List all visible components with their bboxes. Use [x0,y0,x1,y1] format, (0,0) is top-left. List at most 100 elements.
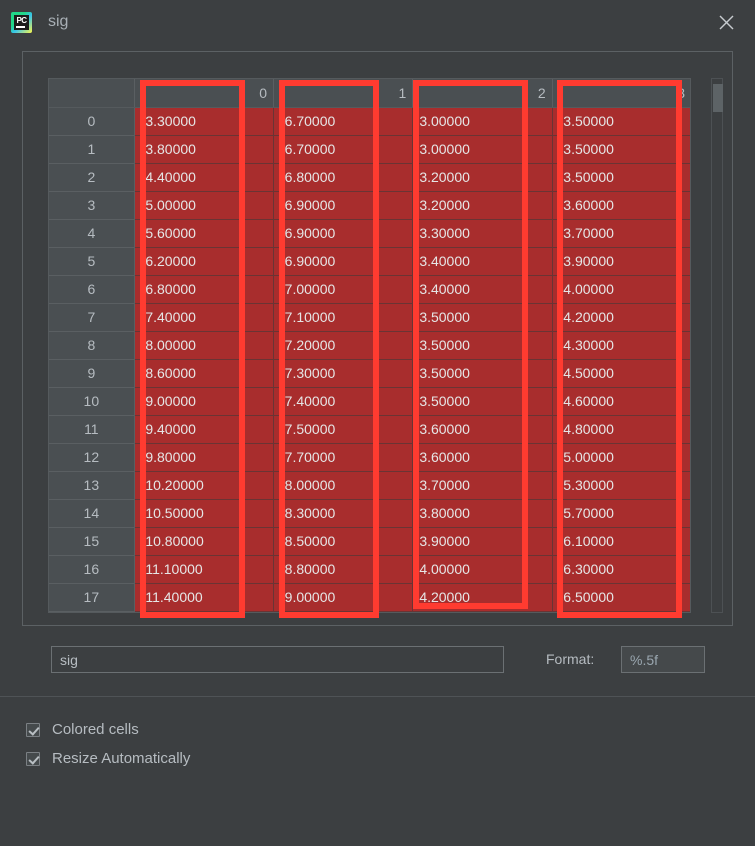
row-header-0[interactable]: 0 [49,107,135,136]
cell-2-3[interactable]: -3.50000 [552,163,690,192]
cell-17-2[interactable]: 4.20000 [412,583,553,612]
column-header-2[interactable]: 2 [412,79,553,108]
cell-5-3[interactable]: -3.90000 [552,247,690,276]
close-icon[interactable] [711,7,741,37]
column-header-1[interactable]: 1 [273,79,414,108]
cell-7-2[interactable]: 3.50000 [412,303,553,332]
colored-cells-checkbox[interactable] [26,722,40,737]
cell-2-0[interactable]: -4.40000 [134,163,275,192]
cell-8-1[interactable]: -7.20000 [273,331,414,360]
row-header-18[interactable]: 18 [49,611,135,612]
cell-6-0[interactable]: -6.80000 [134,275,275,304]
cell-8-0[interactable]: -8.00000 [134,331,275,360]
cell-10-0[interactable]: -9.00000 [134,387,275,416]
cell-17-3[interactable]: -6.50000 [552,583,690,612]
cell-14-1[interactable]: -8.30000 [273,499,414,528]
row-header-17[interactable]: 17 [49,583,135,612]
cell-4-0[interactable]: -5.60000 [134,219,275,248]
row-header-1[interactable]: 1 [49,135,135,164]
row-header-7[interactable]: 7 [49,303,135,332]
row-header-13[interactable]: 13 [49,471,135,500]
cell-3-3[interactable]: -3.60000 [552,191,690,220]
cell-9-3[interactable]: -4.50000 [552,359,690,388]
cell-4-3[interactable]: -3.70000 [552,219,690,248]
cell-5-1[interactable]: -6.90000 [273,247,414,276]
cell-13-3[interactable]: -5.30000 [552,471,690,500]
cell-3-0[interactable]: -5.00000 [134,191,275,220]
cell-3-1[interactable]: -6.90000 [273,191,414,220]
row-header-5[interactable]: 5 [49,247,135,276]
table-scrollbar-thumb[interactable] [713,84,723,112]
cell-10-2[interactable]: 3.50000 [412,387,553,416]
variable-name-input[interactable] [51,646,504,673]
cell-15-3[interactable]: -6.10000 [552,527,690,556]
cell-10-1[interactable]: -7.40000 [273,387,414,416]
row-header-2[interactable]: 2 [49,163,135,192]
resize-automatically-checkbox-row[interactable]: Resize Automatically [26,750,190,767]
cell-6-2[interactable]: 3.40000 [412,275,553,304]
cell-14-2[interactable]: 3.80000 [412,499,553,528]
cell-6-3[interactable]: -4.00000 [552,275,690,304]
row-header-8[interactable]: 8 [49,331,135,360]
row-header-16[interactable]: 16 [49,555,135,584]
cell-18-1[interactable]: -9.10000 [273,611,414,612]
cell-5-2[interactable]: 3.40000 [412,247,553,276]
colored-cells-checkbox-row[interactable]: Colored cells [26,721,139,738]
cell-7-1[interactable]: -7.10000 [273,303,414,332]
cell-8-3[interactable]: -4.30000 [552,331,690,360]
cell-16-3[interactable]: -6.30000 [552,555,690,584]
cell-7-3[interactable]: -4.20000 [552,303,690,332]
row-header-14[interactable]: 14 [49,499,135,528]
cell-8-2[interactable]: 3.50000 [412,331,553,360]
cell-2-1[interactable]: -6.80000 [273,163,414,192]
cell-13-0[interactable]: -10.20000 [134,471,275,500]
column-header-3[interactable]: 3 [552,79,690,108]
cell-12-1[interactable]: -7.70000 [273,443,414,472]
cell-0-2[interactable]: 3.00000 [412,107,553,136]
row-header-10[interactable]: 10 [49,387,135,416]
row-header-4[interactable]: 4 [49,219,135,248]
cell-16-1[interactable]: -8.80000 [273,555,414,584]
cell-1-1[interactable]: -6.70000 [273,135,414,164]
cell-6-1[interactable]: -7.00000 [273,275,414,304]
cell-13-1[interactable]: -8.00000 [273,471,414,500]
cell-11-3[interactable]: -4.80000 [552,415,690,444]
cell-11-0[interactable]: -9.40000 [134,415,275,444]
cell-15-1[interactable]: -8.50000 [273,527,414,556]
cell-1-3[interactable]: -3.50000 [552,135,690,164]
cell-9-2[interactable]: 3.50000 [412,359,553,388]
cell-1-2[interactable]: 3.00000 [412,135,553,164]
row-header-15[interactable]: 15 [49,527,135,556]
row-header-11[interactable]: 11 [49,415,135,444]
cell-15-0[interactable]: -10.80000 [134,527,275,556]
row-header-3[interactable]: 3 [49,191,135,220]
column-header-0[interactable]: 0 [134,79,275,108]
cell-3-2[interactable]: 3.20000 [412,191,553,220]
cell-7-0[interactable]: -7.40000 [134,303,275,332]
cell-9-1[interactable]: -7.30000 [273,359,414,388]
cell-18-0[interactable]: -11.60000 [134,611,275,612]
cell-2-2[interactable]: 3.20000 [412,163,553,192]
data-table-viewport[interactable]: 0 1 2 3 0 -3.30000 -6.70000 3.00000 -3.50000… [48,78,691,613]
resize-automatically-checkbox[interactable] [26,751,40,766]
cell-1-0[interactable]: -3.80000 [134,135,275,164]
cell-11-1[interactable]: -7.50000 [273,415,414,444]
cell-5-0[interactable]: -6.20000 [134,247,275,276]
cell-0-1[interactable]: -6.70000 [273,107,414,136]
cell-13-2[interactable]: 3.70000 [412,471,553,500]
cell-11-2[interactable]: 3.60000 [412,415,553,444]
cell-4-2[interactable]: 3.30000 [412,219,553,248]
row-header-9[interactable]: 9 [49,359,135,388]
cell-14-3[interactable]: -5.70000 [552,499,690,528]
cell-15-2[interactable]: 3.90000 [412,527,553,556]
cell-4-1[interactable]: -6.90000 [273,219,414,248]
format-input[interactable] [621,646,705,673]
cell-16-2[interactable]: 4.00000 [412,555,553,584]
cell-12-0[interactable]: -9.80000 [134,443,275,472]
row-header-12[interactable]: 12 [49,443,135,472]
row-header-6[interactable]: 6 [49,275,135,304]
cell-0-0[interactable]: -3.30000 [134,107,275,136]
cell-17-0[interactable]: -11.40000 [134,583,275,612]
cell-14-0[interactable]: -10.50000 [134,499,275,528]
table-corner-header[interactable] [49,79,135,108]
